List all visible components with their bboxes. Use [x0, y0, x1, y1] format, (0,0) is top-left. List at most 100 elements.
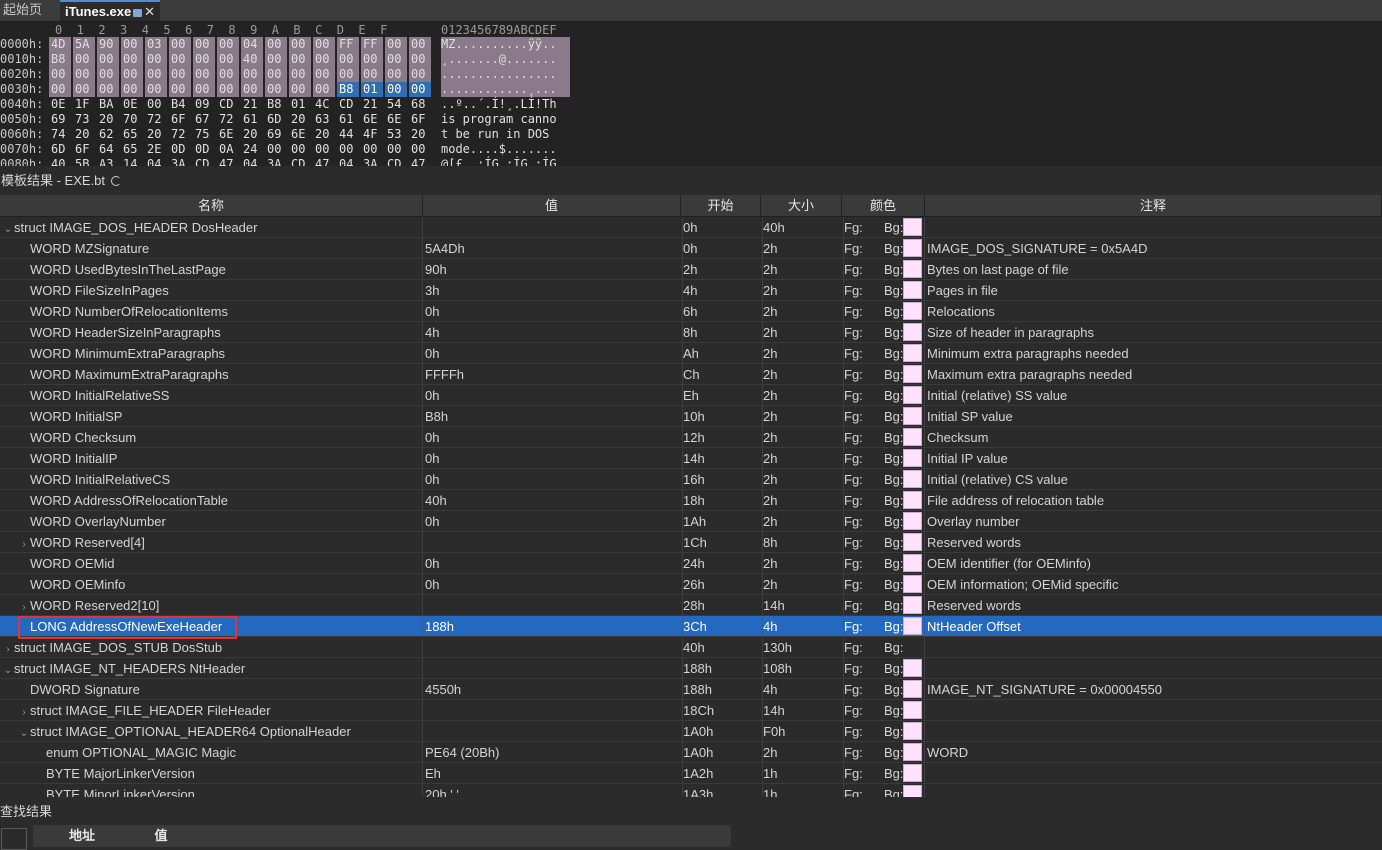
hex-byte[interactable]: 00 — [385, 82, 407, 97]
hex-byte[interactable]: 00 — [361, 142, 383, 157]
hex-ascii[interactable]: MZ..........ÿÿ.. — [441, 37, 570, 52]
hex-byte[interactable]: 00 — [121, 82, 143, 97]
hex-byte[interactable]: 54 — [385, 97, 407, 112]
hex-byte[interactable]: 04 — [241, 157, 263, 166]
bg-color-swatch[interactable] — [903, 365, 922, 383]
collapsed-chevron-icon[interactable]: › — [18, 534, 30, 552]
bg-color-swatch[interactable] — [903, 701, 922, 719]
hex-byte[interactable]: 1F — [73, 97, 95, 112]
hex-byte[interactable]: 69 — [49, 112, 71, 127]
refresh-icon[interactable] — [111, 176, 122, 186]
hex-byte[interactable]: 14 — [121, 157, 143, 166]
hex-byte[interactable]: 0A — [217, 142, 239, 157]
hex-byte[interactable]: 00 — [145, 97, 167, 112]
hex-byte[interactable]: CD — [193, 157, 215, 166]
hex-byte[interactable]: 6E — [385, 112, 407, 127]
hex-byte[interactable]: 00 — [409, 82, 431, 97]
table-row[interactable]: › WORD Reserved[4] 1Ch 8h Fg: Bg: Reserved wor… — [0, 532, 1382, 553]
hex-byte[interactable]: 00 — [337, 67, 359, 82]
hex-byte[interactable]: 00 — [241, 82, 263, 97]
bg-color-swatch[interactable] — [903, 218, 922, 236]
hex-byte[interactable]: 6E — [361, 112, 383, 127]
hex-byte[interactable]: 00 — [337, 142, 359, 157]
hex-byte[interactable]: 40 — [241, 52, 263, 67]
hex-byte[interactable]: 00 — [265, 52, 287, 67]
hex-byte[interactable]: 69 — [265, 127, 287, 142]
hex-byte[interactable]: 00 — [169, 37, 191, 52]
column-header-start[interactable]: 开始 — [681, 195, 761, 216]
bg-color-swatch[interactable] — [903, 554, 922, 572]
hex-byte[interactable]: 21 — [361, 97, 383, 112]
table-row[interactable]: › WORD Reserved2[10] 28h 14h Fg: Bg: Reserved … — [0, 595, 1382, 616]
hex-byte[interactable]: 00 — [121, 67, 143, 82]
table-row[interactable]: WORD Checksum 0h 12h 2h Fg: Bg: Checksum — [0, 427, 1382, 448]
hex-byte[interactable]: 00 — [97, 67, 119, 82]
hex-byte[interactable]: 6F — [73, 142, 95, 157]
hex-byte[interactable]: 01 — [361, 82, 383, 97]
hex-byte[interactable]: 00 — [217, 67, 239, 82]
hex-byte[interactable]: 20 — [241, 127, 263, 142]
hex-ascii[interactable]: t be run in DOS — [441, 127, 570, 142]
hex-byte[interactable]: 01 — [289, 97, 311, 112]
hex-byte[interactable]: 00 — [289, 82, 311, 97]
hex-byte[interactable]: 62 — [97, 127, 119, 142]
hex-ascii[interactable]: @[£..:ÍG.:ÍG.:ÍG — [441, 157, 570, 166]
table-row[interactable]: ⌄ struct IMAGE_OPTIONAL_HEADER64 Optional… — [0, 721, 1382, 742]
hex-byte[interactable]: 70 — [121, 112, 143, 127]
hex-byte[interactable]: 00 — [409, 142, 431, 157]
bg-color-swatch[interactable] — [903, 239, 922, 257]
hex-byte[interactable]: FF — [361, 37, 383, 52]
column-header-name[interactable]: 名称 — [0, 195, 423, 216]
column-header-size[interactable]: 大小 — [761, 195, 842, 216]
bg-color-swatch[interactable] — [903, 260, 922, 278]
bg-color-swatch[interactable] — [903, 533, 922, 551]
hex-byte[interactable]: 68 — [409, 97, 431, 112]
expanded-chevron-icon[interactable]: ⌄ — [18, 723, 30, 741]
hex-byte[interactable]: 00 — [313, 52, 335, 67]
hex-byte[interactable]: 65 — [121, 142, 143, 157]
hex-ascii[interactable]: ............¸... — [441, 82, 570, 97]
hex-byte[interactable]: 61 — [337, 112, 359, 127]
hex-byte[interactable]: 00 — [169, 82, 191, 97]
table-row[interactable]: ⌄ struct IMAGE_NT_HEADERS NtHeader 188h 108… — [0, 658, 1382, 679]
hex-byte[interactable]: 00 — [73, 82, 95, 97]
hex-byte[interactable]: 0E — [49, 97, 71, 112]
hex-byte[interactable]: 00 — [265, 142, 287, 157]
hex-byte[interactable]: 00 — [145, 82, 167, 97]
hex-byte[interactable]: 20 — [313, 127, 335, 142]
bg-color-swatch[interactable] — [903, 743, 922, 761]
hex-byte[interactable]: 00 — [313, 37, 335, 52]
hex-byte[interactable]: B4 — [169, 97, 191, 112]
bg-color-swatch[interactable] — [903, 323, 922, 341]
hex-ascii[interactable]: ¸.......@....... — [441, 52, 570, 67]
table-row[interactable]: WORD OEMid 0h 24h 2h Fg: Bg: OEM identifier (f… — [0, 553, 1382, 574]
hex-byte[interactable]: 61 — [241, 112, 263, 127]
hex-byte[interactable]: 00 — [49, 67, 71, 82]
hex-byte[interactable]: 09 — [193, 97, 215, 112]
hex-byte[interactable]: 00 — [313, 142, 335, 157]
hex-byte[interactable]: 00 — [193, 37, 215, 52]
hex-byte[interactable]: 20 — [73, 127, 95, 142]
hex-byte[interactable]: 00 — [193, 67, 215, 82]
hex-byte[interactable]: 03 — [145, 37, 167, 52]
column-header-value[interactable]: 值 — [423, 195, 681, 216]
table-row[interactable]: WORD InitialSP B8h 10h 2h Fg: Bg: Initial SP v… — [0, 406, 1382, 427]
hex-byte[interactable]: 64 — [97, 142, 119, 157]
hex-byte[interactable]: 20 — [97, 112, 119, 127]
hex-byte[interactable]: 44 — [337, 127, 359, 142]
bg-color-swatch[interactable] — [903, 596, 922, 614]
tab-itunes-exe[interactable]: iTunes.exe ✕ — [60, 0, 160, 21]
table-row[interactable]: LONG AddressOfNewExeHeader 188h 3Ch 4h Fg: Bg… — [0, 616, 1382, 637]
hex-byte[interactable]: 00 — [265, 37, 287, 52]
hex-byte[interactable]: 47 — [409, 157, 431, 166]
table-row[interactable]: WORD MZSignature 5A4Dh 0h 2h Fg: Bg: IMAGE_DOS… — [0, 238, 1382, 259]
hex-byte[interactable]: 3A — [265, 157, 287, 166]
hex-byte[interactable]: 00 — [193, 52, 215, 67]
hex-byte[interactable]: CD — [289, 157, 311, 166]
hex-byte[interactable]: 20 — [409, 127, 431, 142]
table-row[interactable]: WORD NumberOfRelocationItems 0h 6h 2h Fg: Bg:… — [0, 301, 1382, 322]
column-header-address[interactable]: 地址 — [33, 825, 131, 847]
hex-byte[interactable]: 4F — [361, 127, 383, 142]
hex-byte[interactable]: 47 — [217, 157, 239, 166]
tab-start-page[interactable]: 起始页 — [0, 0, 58, 21]
